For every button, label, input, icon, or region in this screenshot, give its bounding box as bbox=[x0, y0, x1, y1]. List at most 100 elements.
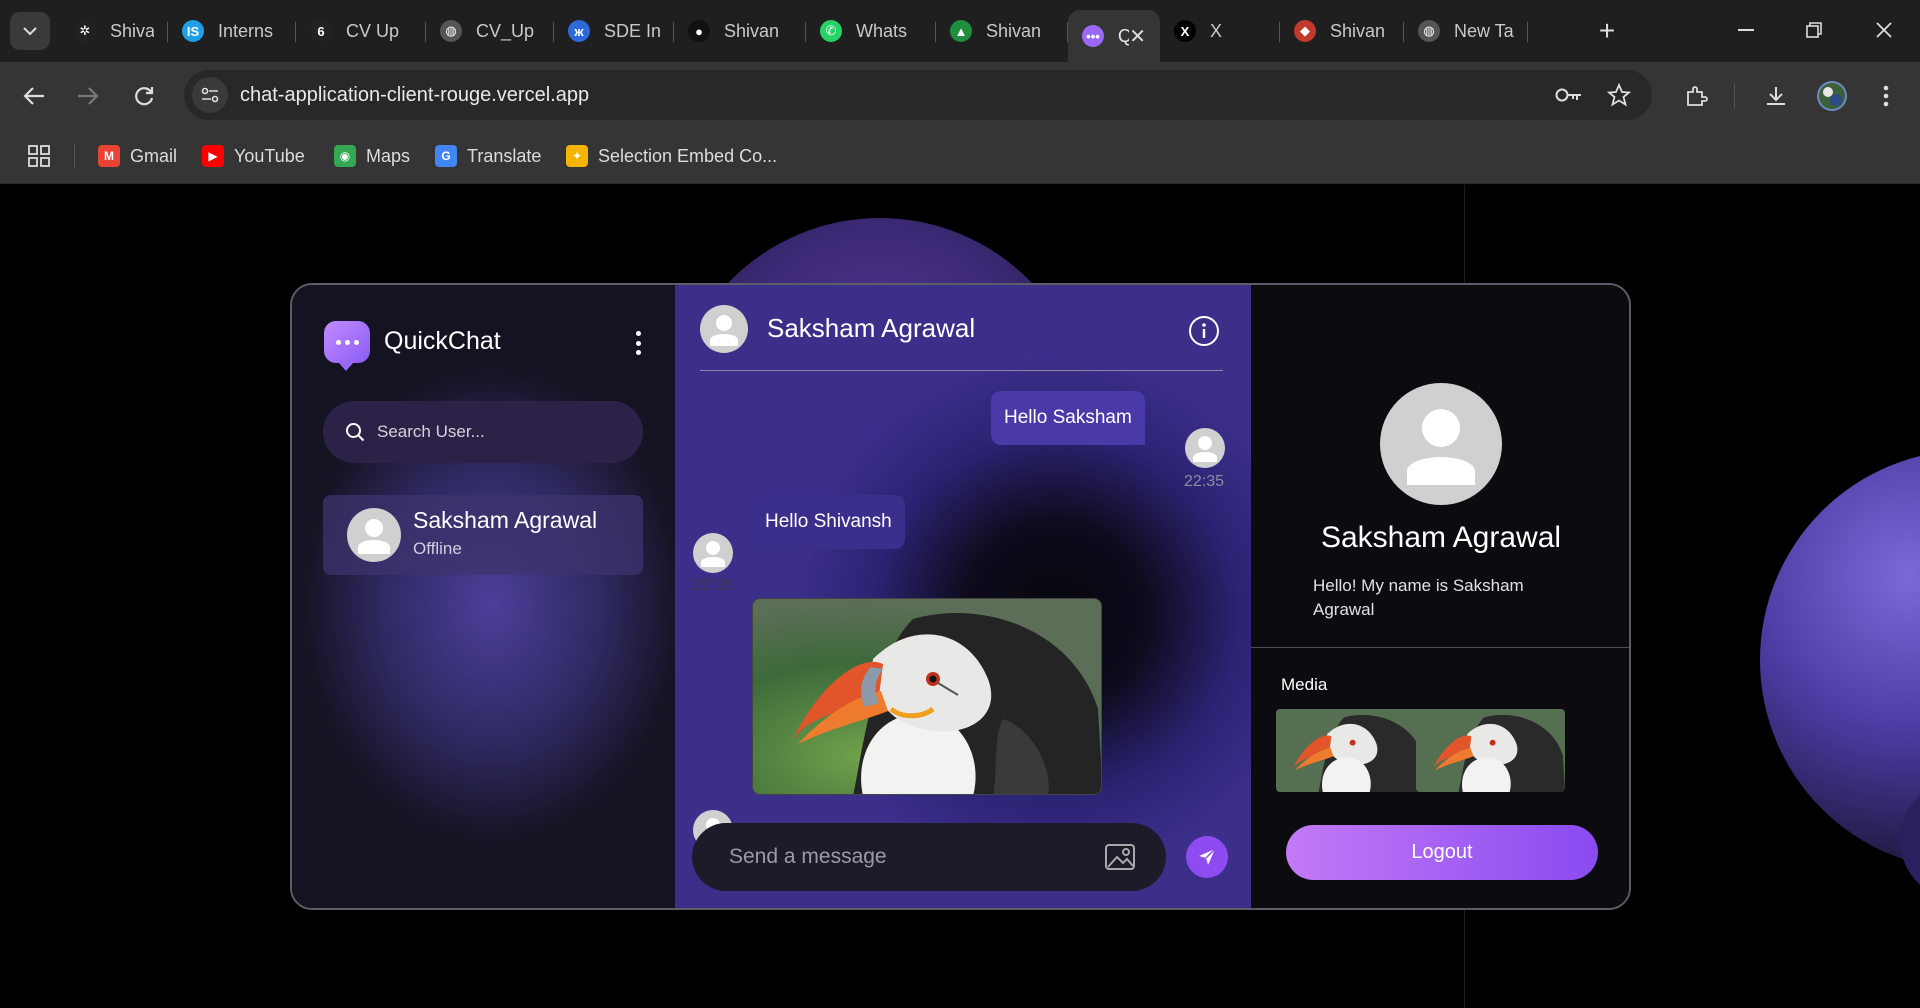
back-button[interactable] bbox=[14, 76, 54, 116]
apps-grid-icon[interactable] bbox=[28, 142, 50, 170]
bookmark-label: Maps bbox=[366, 145, 411, 166]
tab-title: Qu bbox=[1118, 25, 1130, 46]
downloads-icon[interactable] bbox=[1758, 78, 1794, 114]
internshala-icon: IS bbox=[182, 20, 204, 42]
bookmark-label: Gmail bbox=[130, 145, 178, 166]
close-tab-icon[interactable]: ✕ bbox=[1129, 24, 1146, 49]
browser-tab[interactable]: ▲ Shivan bbox=[936, 10, 1068, 52]
browser-tab[interactable]: ● Shivan bbox=[674, 10, 806, 52]
new-tab-button[interactable]: + bbox=[1592, 12, 1622, 50]
drive-icon: ▲ bbox=[950, 20, 972, 42]
contact-name: Saksham Agrawal bbox=[413, 507, 598, 533]
browser-tab[interactable]: ◍ New Ta bbox=[1404, 10, 1528, 52]
browser-tab[interactable]: IS Interns bbox=[168, 10, 296, 52]
bookmarks-bar: M Gmail ▶ YouTube ◉ Maps G Translate ✦ Selection … bbox=[0, 128, 1920, 184]
media-thumbnail[interactable] bbox=[1276, 709, 1425, 792]
browser-menu-icon[interactable] bbox=[1868, 78, 1904, 114]
site-info-icon[interactable] bbox=[192, 77, 228, 113]
browser-tab[interactable]: ◆ Shivan bbox=[1280, 10, 1404, 52]
forward-button[interactable] bbox=[68, 76, 108, 116]
browser-tab[interactable]: ж SDE Int bbox=[554, 10, 674, 52]
receiver-avatar-icon bbox=[693, 533, 733, 573]
chat-panel: Saksham Agrawal Hello Saksham 22:35 Hell… bbox=[675, 285, 1251, 908]
forward-arrow-icon bbox=[78, 87, 99, 105]
password-key-icon[interactable] bbox=[1552, 78, 1586, 112]
tab-title: Shivan bbox=[986, 20, 1042, 41]
minimize-icon bbox=[1738, 29, 1754, 31]
background-orb-right bbox=[1760, 450, 1920, 870]
message-input[interactable] bbox=[729, 845, 1089, 869]
message-time: 22:35 bbox=[1184, 473, 1225, 490]
browser-toolbar: chat-application-client-rouge.vercel.app bbox=[0, 62, 1920, 128]
browser-tab[interactable]: XX bbox=[1160, 10, 1280, 52]
tab-search-button[interactable] bbox=[10, 12, 50, 50]
back-arrow-icon bbox=[23, 87, 44, 105]
search-box[interactable] bbox=[323, 401, 643, 463]
minimize-button[interactable] bbox=[1716, 10, 1776, 50]
browser-tab[interactable]: ••• Qu✕ bbox=[1068, 10, 1160, 62]
puffin-thumbnail bbox=[1276, 709, 1425, 792]
bookmark-item[interactable]: ▶ YouTube bbox=[202, 142, 305, 170]
chat-header-avatar-icon[interactable] bbox=[700, 305, 748, 353]
close-icon bbox=[1876, 22, 1892, 38]
profile-divider bbox=[1251, 647, 1629, 648]
logout-button[interactable]: Logout bbox=[1286, 825, 1598, 880]
search-input[interactable] bbox=[377, 422, 617, 442]
tab-title: Shivan bbox=[110, 20, 154, 41]
bookmark-item[interactable]: M Gmail bbox=[98, 142, 177, 170]
tab-title: New Ta bbox=[1454, 20, 1514, 41]
media-thumbnail[interactable] bbox=[1416, 709, 1565, 792]
bookmark-item[interactable]: ✦ Selection Embed Co... bbox=[566, 142, 777, 170]
info-icon[interactable] bbox=[1188, 315, 1220, 347]
browser-tab[interactable]: ✲ Shivan bbox=[60, 10, 168, 52]
profile-avatar-icon bbox=[1380, 383, 1502, 505]
restore-button[interactable] bbox=[1784, 10, 1844, 50]
extensions-icon[interactable] bbox=[1678, 78, 1714, 114]
tab-title: Shivan bbox=[1330, 20, 1386, 41]
reload-button[interactable] bbox=[124, 76, 164, 116]
quickchat-logo-icon bbox=[324, 321, 370, 371]
bookmark-item[interactable]: G Translate bbox=[435, 142, 541, 170]
profile-avatar-icon[interactable] bbox=[1814, 78, 1850, 114]
profile-bio: Hello! My name is Saksham Agrawal bbox=[1313, 576, 1524, 619]
browser-tab[interactable]: 6 CV Up bbox=[296, 10, 426, 52]
gmail-icon: M bbox=[98, 145, 120, 167]
address-bar[interactable]: chat-application-client-rouge.vercel.app bbox=[184, 70, 1652, 120]
page-viewport: QuickChat Saksham Agrawal Offline S bbox=[0, 185, 1920, 1008]
reload-icon bbox=[135, 87, 154, 106]
chat-app-window: QuickChat Saksham Agrawal Offline S bbox=[290, 283, 1631, 910]
message-image[interactable] bbox=[752, 598, 1102, 795]
close-window-button[interactable] bbox=[1854, 10, 1914, 50]
butterfly-icon: ж bbox=[568, 20, 590, 42]
tab-strip: ✲ Shivan IS Interns 6 CV Up ◍ CV_Up ж SDE Int ● Shi… bbox=[0, 0, 1920, 62]
translate-icon: G bbox=[435, 145, 457, 167]
bookmark-label: Translate bbox=[467, 145, 542, 166]
message-time: 22:35 bbox=[693, 577, 734, 594]
chat-header-divider bbox=[700, 370, 1223, 371]
message-composer[interactable] bbox=[692, 823, 1166, 891]
bookmark-star-icon[interactable] bbox=[1602, 78, 1636, 112]
cv-icon: 6 bbox=[310, 20, 332, 42]
contact-avatar-icon bbox=[347, 508, 401, 562]
bag-icon: ◆ bbox=[1294, 20, 1316, 42]
more-options-icon[interactable] bbox=[628, 329, 648, 357]
browser-tab[interactable]: ◍ CV_Up bbox=[426, 10, 554, 52]
x-icon: X bbox=[1174, 20, 1196, 42]
bookmarks-separator bbox=[74, 144, 75, 168]
attach-image-icon[interactable] bbox=[1104, 841, 1136, 873]
puffin-thumbnail bbox=[1416, 709, 1565, 792]
tab-title: SDE Int bbox=[604, 20, 660, 41]
maps-icon: ◉ bbox=[334, 145, 356, 167]
globe-icon: ◍ bbox=[1418, 20, 1440, 42]
url-text[interactable]: chat-application-client-rouge.vercel.app bbox=[240, 84, 589, 107]
contact-item[interactable]: Saksham Agrawal Offline bbox=[323, 495, 643, 575]
bookmark-label: YouTube bbox=[234, 145, 305, 166]
github-icon: ● bbox=[688, 20, 710, 42]
browser-tab[interactable]: ✆ Whats bbox=[806, 10, 936, 52]
youtube-icon: ▶ bbox=[202, 145, 224, 167]
tab-list: ✲ Shivan IS Interns 6 CV Up ◍ CV_Up ж SDE Int ● Shi… bbox=[60, 10, 1528, 62]
send-button[interactable] bbox=[1186, 836, 1228, 878]
message-bubble-received: Hello Shivansh bbox=[752, 495, 905, 549]
chevron-down-icon bbox=[23, 27, 37, 36]
bookmark-item[interactable]: ◉ Maps bbox=[334, 142, 410, 170]
